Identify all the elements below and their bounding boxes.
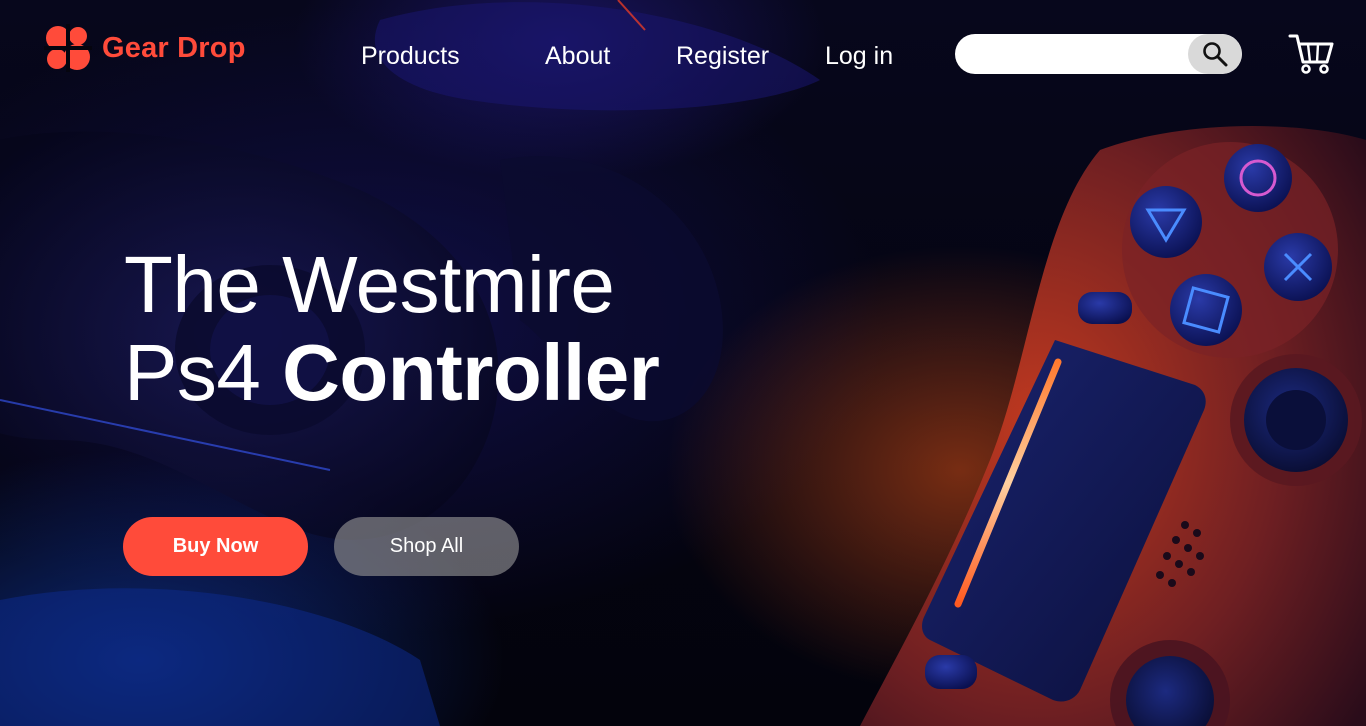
hero-title-regular: Ps4 — [124, 328, 261, 417]
shop-all-button[interactable]: Shop All — [334, 517, 519, 576]
logo-mark-icon — [44, 24, 92, 72]
cart-button[interactable] — [1288, 33, 1334, 75]
hero-title-line1: The Westmire — [124, 240, 615, 329]
nav-register[interactable]: Register — [676, 40, 769, 72]
landing-page: Gear Drop Products About Register Log in… — [0, 0, 1366, 726]
search-bar — [955, 34, 1242, 74]
hero-title-bold: Controller — [282, 328, 660, 417]
search-icon — [1203, 42, 1228, 67]
search-button[interactable] — [1188, 34, 1242, 74]
brand-logo[interactable]: Gear Drop — [44, 24, 246, 72]
brand-name: Gear Drop — [102, 31, 246, 64]
nav-products[interactable]: Products — [361, 40, 460, 72]
cart-icon — [1288, 34, 1334, 74]
nav-about[interactable]: About — [545, 40, 610, 72]
search-input[interactable] — [955, 34, 1201, 74]
hero-title-line2: Ps4 Controller — [124, 328, 660, 418]
nav-login[interactable]: Log in — [825, 40, 893, 72]
buy-now-button[interactable]: Buy Now — [123, 517, 308, 576]
